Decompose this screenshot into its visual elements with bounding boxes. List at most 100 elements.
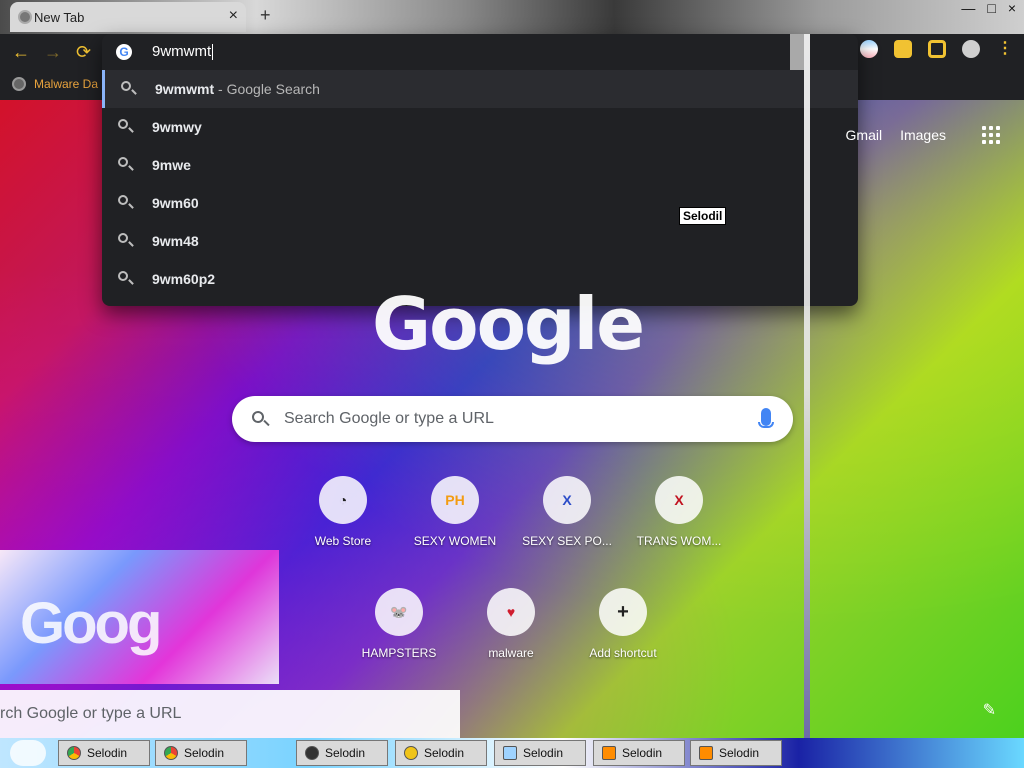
shortcut-label: Add shortcut <box>589 646 657 660</box>
search-icon <box>118 271 128 281</box>
new-tab-button[interactable]: + <box>260 5 271 26</box>
bookmark-globe-icon <box>12 77 26 91</box>
search-icon <box>118 157 128 167</box>
search-icon <box>118 119 128 129</box>
ph-icon: PH <box>431 476 479 524</box>
taskbar-label: Selodin <box>622 746 663 760</box>
window-controls: — □ × <box>961 0 1016 16</box>
taskbar-item[interactable]: Selodin <box>296 740 388 766</box>
shortcut-sexy-women[interactable]: PH SEXY WOMEN <box>395 476 515 548</box>
suggestion-item[interactable]: 9wm48 <box>102 222 858 260</box>
search-placeholder: Search Google or type a URL <box>284 410 494 427</box>
bookmark-item[interactable]: Malware Da <box>12 77 98 91</box>
taskbar-label: Selodin <box>719 746 760 760</box>
maximize-button[interactable]: □ <box>987 0 995 16</box>
google-g-icon: G <box>116 44 132 60</box>
glitch-overlay-panel: Goog <box>0 550 279 684</box>
taskbar-item[interactable]: Selodin <box>593 740 685 766</box>
shortcut-sexy-sex-po[interactable]: X SEXY SEX PO... <box>507 476 627 548</box>
shortcut-malware[interactable]: ♥ malware <box>451 588 571 660</box>
omnibox-input-row[interactable]: G 9wmwmt <box>102 34 858 70</box>
taskbar-label: Selodin <box>184 746 225 760</box>
tab-new-tab[interactable]: New Tab × <box>10 2 246 32</box>
omnibox-dropdown: G 9wmwmt 9wmwmt - Google Search 9wmwy 9m… <box>102 34 858 306</box>
search-icon <box>252 411 264 423</box>
suggestion-item[interactable]: 9wmwmt - Google Search <box>102 70 858 108</box>
heart-icon: ♥ <box>487 588 535 636</box>
notepad-icon <box>503 746 517 760</box>
search-icon <box>118 195 128 205</box>
close-window-button[interactable]: × <box>1008 0 1016 16</box>
suggestion-item[interactable]: 9wm60 <box>102 184 858 222</box>
shortcut-label: TRANS WOM... <box>636 534 722 548</box>
taskbar-label: Selodin <box>523 746 564 760</box>
x-site-icon: X <box>655 476 703 524</box>
tab-favicon-icon <box>18 10 32 24</box>
omnibox-typed-text: 9wmwmt <box>152 43 212 60</box>
google-search-box[interactable]: Search Google or type a URL <box>232 396 793 442</box>
shortcut-hampsters[interactable]: 🐭 HAMPSTERS <box>339 588 459 660</box>
shortcut-label: HAMPSTERS <box>361 646 437 660</box>
shortcut-add[interactable]: + Add shortcut <box>563 588 683 660</box>
glitch-search-text: rch Google or type a URL <box>0 705 182 722</box>
x-site-icon: X <box>543 476 591 524</box>
omnibox-input[interactable]: 9wmwmt <box>152 43 214 61</box>
vlc-icon <box>699 746 713 760</box>
suggestion-main: 9wm60 <box>152 195 199 211</box>
shortcut-label: Web Store <box>314 534 372 548</box>
toolbar-right-icons: ⋮ <box>860 40 1014 58</box>
bookmark-label: Malware Da <box>34 77 99 91</box>
text-caret <box>212 44 214 61</box>
menu-kebab-icon[interactable]: ⋮ <box>996 40 1014 58</box>
shortcut-label: malware <box>488 646 534 660</box>
add-icon: + <box>599 588 647 636</box>
selodil-label: Selodil <box>679 207 727 225</box>
apps-grid-icon[interactable] <box>982 126 1000 144</box>
gmail-link[interactable]: Gmail <box>846 127 883 143</box>
search-icon <box>121 81 131 91</box>
back-button[interactable]: ← <box>12 42 30 63</box>
suggestion-item[interactable]: 9mwe <box>102 146 858 184</box>
images-link[interactable]: Images <box>900 127 946 143</box>
taskbar-label: Selodin <box>325 746 366 760</box>
google-top-links: Gmail Images <box>846 127 946 143</box>
shortcut-trans-wom[interactable]: X TRANS WOM... <box>619 476 739 548</box>
microphone-icon[interactable] <box>758 408 774 428</box>
google-logo: Google <box>372 282 645 366</box>
taskbar-item[interactable]: Selodin <box>690 740 782 766</box>
extensions-icon[interactable] <box>894 40 912 58</box>
suggestion-item[interactable]: 9wmwy <box>102 108 858 146</box>
taskbar-item[interactable]: Selodin <box>155 740 247 766</box>
start-button[interactable] <box>10 740 46 766</box>
shortcut-web-store[interactable]: ◔ Web Store <box>283 476 403 548</box>
glitch-search-overlay: rch Google or type a URL <box>0 690 460 738</box>
web-store-icon: ◔ <box>319 476 367 524</box>
side-panel-icon[interactable] <box>928 40 946 58</box>
search-icon <box>118 233 128 243</box>
shortcut-label: SEXY SEX PO... <box>522 534 612 548</box>
taskbar-item[interactable]: Selodin <box>395 740 487 766</box>
suggestion-suffix: - Google Search <box>214 81 320 97</box>
account-avatar[interactable] <box>962 40 980 58</box>
glitch-vertical-line <box>804 34 810 738</box>
minimize-button[interactable]: — <box>961 0 975 16</box>
glitch-logo-text: Goog <box>20 591 162 656</box>
user-icon <box>305 746 319 760</box>
hamster-icon: 🐭 <box>375 588 423 636</box>
suggestion-main: 9wm60p2 <box>152 271 216 287</box>
taskbar-item[interactable]: Selodin <box>494 740 586 766</box>
reload-button[interactable]: ⟳ <box>76 42 91 63</box>
suggestion-main: 9mwe <box>152 157 191 173</box>
tab-title: New Tab <box>34 9 85 25</box>
suggestion-main: 9wm48 <box>152 233 199 249</box>
tab-close-icon[interactable]: × <box>229 7 238 25</box>
forward-button[interactable]: → <box>44 42 62 63</box>
chrome-icon <box>164 746 178 760</box>
profile-badge-icon[interactable] <box>860 40 878 58</box>
shortcut-label: SEXY WOMEN <box>413 534 497 548</box>
vlc-icon <box>602 746 616 760</box>
emoji-icon <box>404 746 418 760</box>
taskbar-label: Selodin <box>87 746 128 760</box>
taskbar-item[interactable]: Selodin <box>58 740 150 766</box>
edit-pencil-icon[interactable]: ✎ <box>983 700 996 720</box>
